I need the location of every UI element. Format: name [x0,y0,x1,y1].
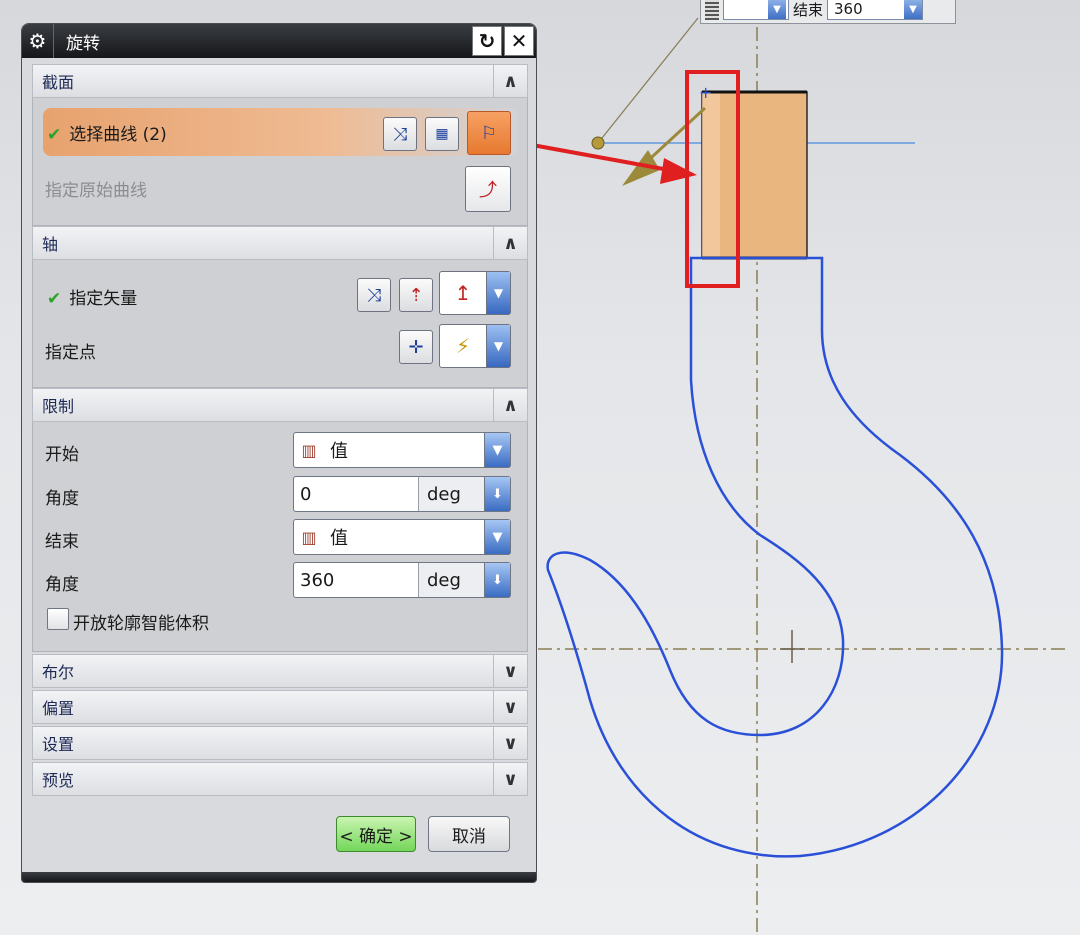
point-type-combo[interactable]: ⚡ ▼ [439,324,511,368]
cylinder-shade [702,92,720,258]
end-option-value: 值 [330,528,348,549]
section-title: 预览 [42,771,75,790]
section-title: 偏置 [42,699,75,718]
chevron-down-icon[interactable]: ▼ [768,0,786,19]
end-option-select[interactable]: ▥ 值 ▼ [293,519,511,555]
end-value: 360 [834,0,863,18]
floating-toolbar: ▼ 结束 360 ▼ [700,0,956,24]
curve-select-icon[interactable]: ⚐ [467,111,511,155]
section-title: 截面 [42,73,75,92]
start-angle-label: 角度 [45,489,79,509]
section-body-axis: ✔ 指定矢量 ⤨ ⇡ ↥ ▼ 指定点 ✛ ⚡ ▼ [32,260,528,388]
vector-axis-icon: ↥ [454,281,472,305]
chevron-down-icon[interactable]: ∨ [493,655,527,687]
leader-anchor [591,136,605,150]
end-angle-unit: deg [418,563,484,597]
chevron-down-icon[interactable]: ▼ [486,325,510,367]
dialog-bottom-bar [22,872,536,882]
chevron-up-icon[interactable]: ∧ [493,389,527,421]
specify-original-curve-label: 指定原始曲线 [45,181,147,201]
chevron-down-icon[interactable]: ▼ [486,272,510,314]
open-profile-label: 开放轮廓智能体积 [73,614,209,634]
end-angle-field[interactable]: 360 deg ⬇ [293,562,511,598]
ok-button[interactable]: < 确定 > [336,816,416,852]
inferred-point-icon: ⚡ [455,334,471,358]
open-profile-checkbox[interactable] [47,608,69,630]
reset-icon[interactable]: ↻ [472,26,502,56]
end-angle-value: 360 [300,569,335,591]
hook-curve [546,256,1004,858]
reverse-vector-icon[interactable]: ⤨ [357,278,391,312]
section-title: 布尔 [42,663,75,682]
start-option-value: 值 [330,441,348,462]
reverse-direction-icon[interactable]: ⤨ [383,117,417,151]
section-body-limits: 开始 ▥ 值 ▼ 角度 0 deg ⬇ 结束 ▥ 值 ▼ 角度 360 deg [32,422,528,652]
gear-icon[interactable]: ⚙ [22,24,54,58]
section-header-limits[interactable]: 限制 ∧ [32,388,528,422]
end-label: 结束 [793,0,824,19]
point-dialog-icon[interactable]: ✛ [399,330,433,364]
section-header-axis[interactable]: 轴 ∧ [32,226,528,260]
chevron-down-icon[interactable]: ∨ [493,727,527,759]
vector-dialog-icon[interactable]: ⇡ [399,278,433,312]
section-title: 设置 [42,735,75,754]
arrow-down-icon[interactable]: ⬇ [484,563,510,597]
vector-type-combo[interactable]: ↥ ▼ [439,271,511,315]
chevron-down-icon[interactable]: ▼ [484,520,510,554]
grip-handle[interactable] [705,0,719,20]
revolve-dialog: ⚙ 旋转 ↻ ✕ 截面 ∧ ✔ 选择曲线 (2) ⤨ ▦ ⚐ 指定原始曲线 ⤴ 轴… [21,23,537,883]
callout-arrow-head [660,158,697,184]
chevron-down-icon[interactable]: ▼ [484,433,510,467]
sketch-section-icon[interactable]: ▦ [425,117,459,151]
chevron-up-icon[interactable]: ∧ [493,227,527,259]
start-option-select[interactable]: ▥ 值 ▼ [293,432,511,468]
start-angle-unit: deg [418,477,484,511]
cancel-button[interactable]: 取消 [428,816,510,852]
start-label: 开始 [45,445,79,465]
section-title: 限制 [42,397,75,416]
section-header-preview[interactable]: 预览 ∨ [32,762,528,796]
chevron-down-icon[interactable]: ▼ [904,0,923,19]
leader-line [597,17,699,144]
section-header-offset[interactable]: 偏置 ∨ [32,690,528,724]
start-angle-field[interactable]: 0 deg ⬇ [293,476,511,512]
start-angle-value: 0 [300,483,312,505]
end-label: 结束 [45,532,79,552]
section-title: 轴 [42,235,59,254]
close-icon[interactable]: ✕ [504,26,534,56]
dialog-titlebar: ⚙ 旋转 ↻ ✕ [22,24,536,58]
end-option-combo[interactable]: ▼ [723,0,789,20]
section-header-boolean[interactable]: 布尔 ∨ [32,654,528,688]
origin-plus: + [699,83,712,102]
section-header-settings[interactable]: 设置 ∨ [32,726,528,760]
section-body-profile: ✔ 选择曲线 (2) ⤨ ▦ ⚐ 指定原始曲线 ⤴ [32,98,528,226]
limit-value-icon: ▥ [301,527,317,547]
specify-point-label: 指定点 [45,343,96,363]
end-angle-label: 角度 [45,575,79,595]
chevron-up-icon[interactable]: ∧ [493,65,527,97]
limit-value-icon: ▥ [301,440,317,460]
checkmark-icon: ✔ [47,289,62,309]
dialog-title: 旋转 [66,33,100,54]
checkmark-icon: ✔ [47,125,62,145]
select-curve-label: 选择曲线 (2) [69,125,167,145]
chevron-down-icon[interactable]: ∨ [493,691,527,723]
dialog-body: 截面 ∧ ✔ 选择曲线 (2) ⤨ ▦ ⚐ 指定原始曲线 ⤴ 轴 ∧ ✔ 指定矢量 … [32,64,528,796]
curve-icon[interactable]: ⤴ [465,166,511,212]
arrow-down-icon[interactable]: ⬇ [484,477,510,511]
section-header-profile[interactable]: 截面 ∧ [32,64,528,98]
specify-vector-label: 指定矢量 [69,289,138,309]
end-value-field[interactable]: 360 ▼ [827,0,924,20]
chevron-down-icon[interactable]: ∨ [493,763,527,795]
